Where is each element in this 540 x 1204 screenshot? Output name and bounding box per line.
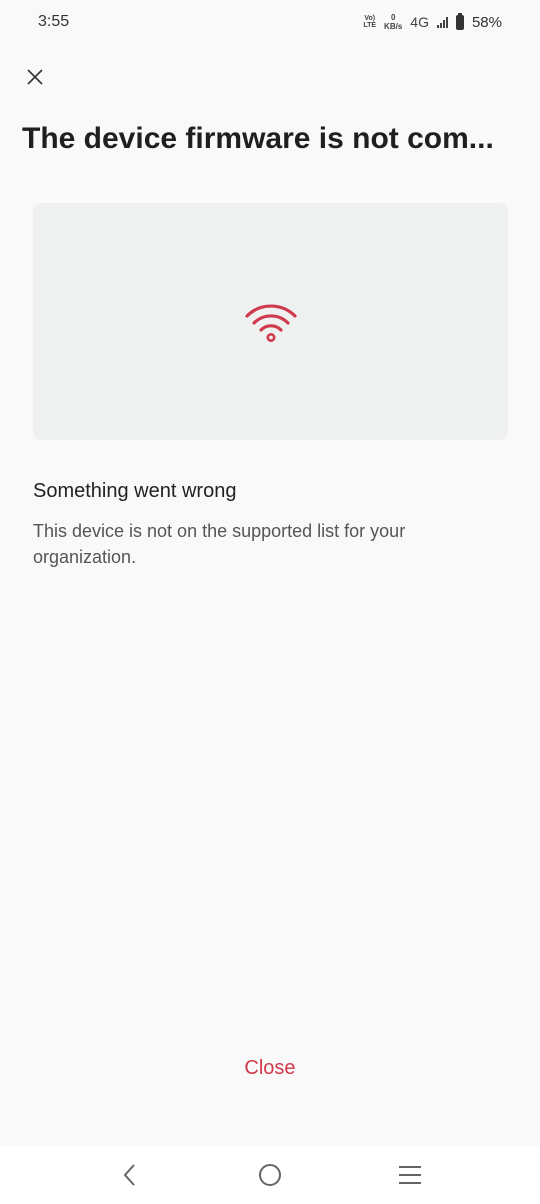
screen: 3:55 Vo) LTE 0 KB/s 4G 58% The device fi… bbox=[0, 0, 540, 1204]
home-icon[interactable] bbox=[250, 1155, 290, 1195]
close-icon[interactable] bbox=[22, 64, 48, 90]
hero-illustration bbox=[33, 203, 508, 440]
status-icons: Vo) LTE 0 KB/s 4G 58% bbox=[363, 12, 502, 31]
battery-icon bbox=[455, 12, 464, 30]
volte-bottom: LTE bbox=[363, 22, 377, 29]
network-type: 4G bbox=[410, 14, 429, 30]
wifi-icon bbox=[244, 304, 297, 342]
back-icon[interactable] bbox=[110, 1155, 150, 1195]
battery-percent: 58% bbox=[471, 13, 502, 31]
speed-unit: KB/s bbox=[384, 22, 403, 31]
network-speed: 0 KB/s bbox=[384, 13, 402, 31]
speed-value: 0 bbox=[390, 13, 396, 22]
signal-icon bbox=[436, 16, 448, 28]
status-time: 3:55 bbox=[38, 13, 70, 30]
recents-icon[interactable] bbox=[390, 1155, 430, 1195]
error-heading: Something went wrong bbox=[33, 480, 237, 502]
close-button[interactable]: Close bbox=[170, 1050, 370, 1086]
volte-top: Vo) bbox=[364, 15, 376, 22]
navigation-bar bbox=[0, 1146, 540, 1204]
status-bar: 3:55 Vo) LTE 0 KB/s 4G 58% bbox=[0, 0, 540, 44]
volte-icon: Vo) LTE bbox=[363, 15, 376, 29]
error-description: This device is not on the supported list… bbox=[33, 521, 406, 567]
page-title: The device firmware is not com... bbox=[22, 122, 494, 155]
